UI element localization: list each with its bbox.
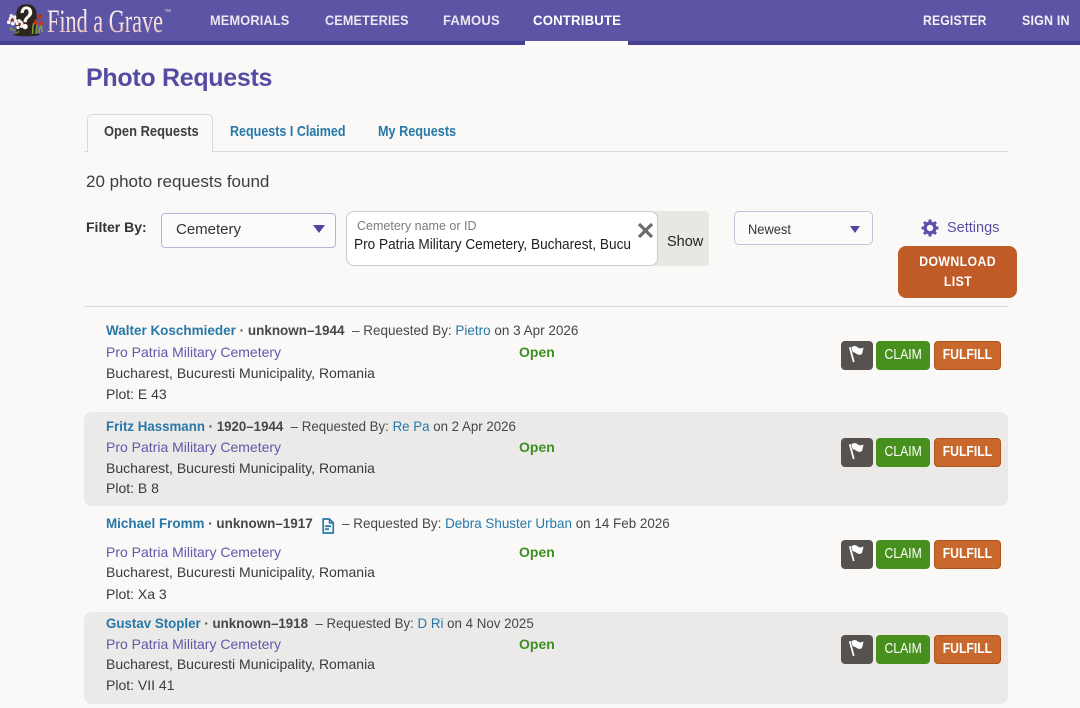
svg-text:™: ™ — [164, 9, 171, 16]
svg-text:Find a Grave: Find a Grave — [47, 4, 163, 40]
